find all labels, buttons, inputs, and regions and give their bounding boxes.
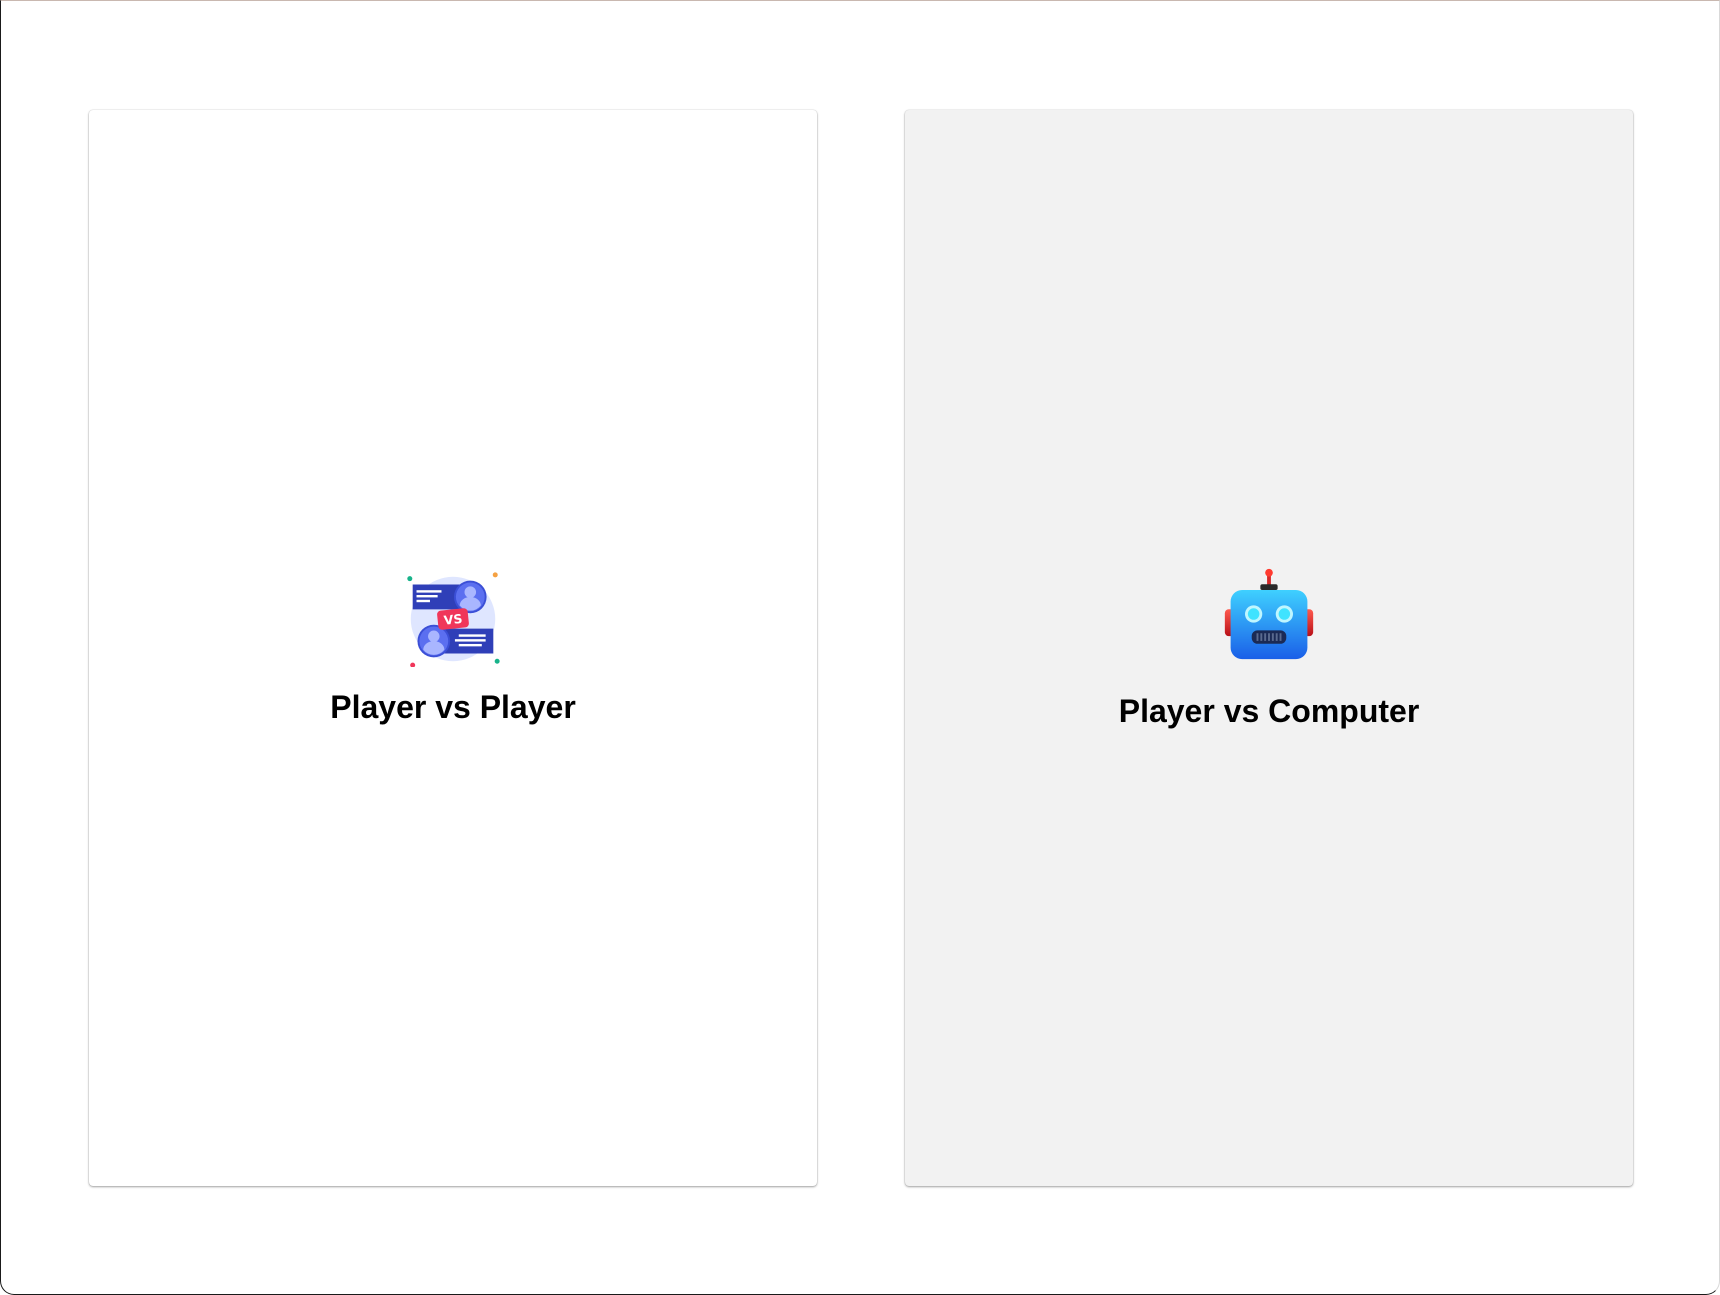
mode-title: Player vs Player: [330, 688, 576, 725]
mode-title: Player vs Computer: [1118, 692, 1420, 729]
mode-card-player-vs-computer[interactable]: Player vs Computer: [905, 110, 1633, 1186]
robot-icon: [1224, 568, 1314, 659]
mode-card-player-vs-player[interactable]: VS Player vs Player: [89, 110, 817, 1186]
svg-text:VS: VS: [443, 610, 463, 627]
players-versus-icon: VS: [407, 571, 500, 667]
